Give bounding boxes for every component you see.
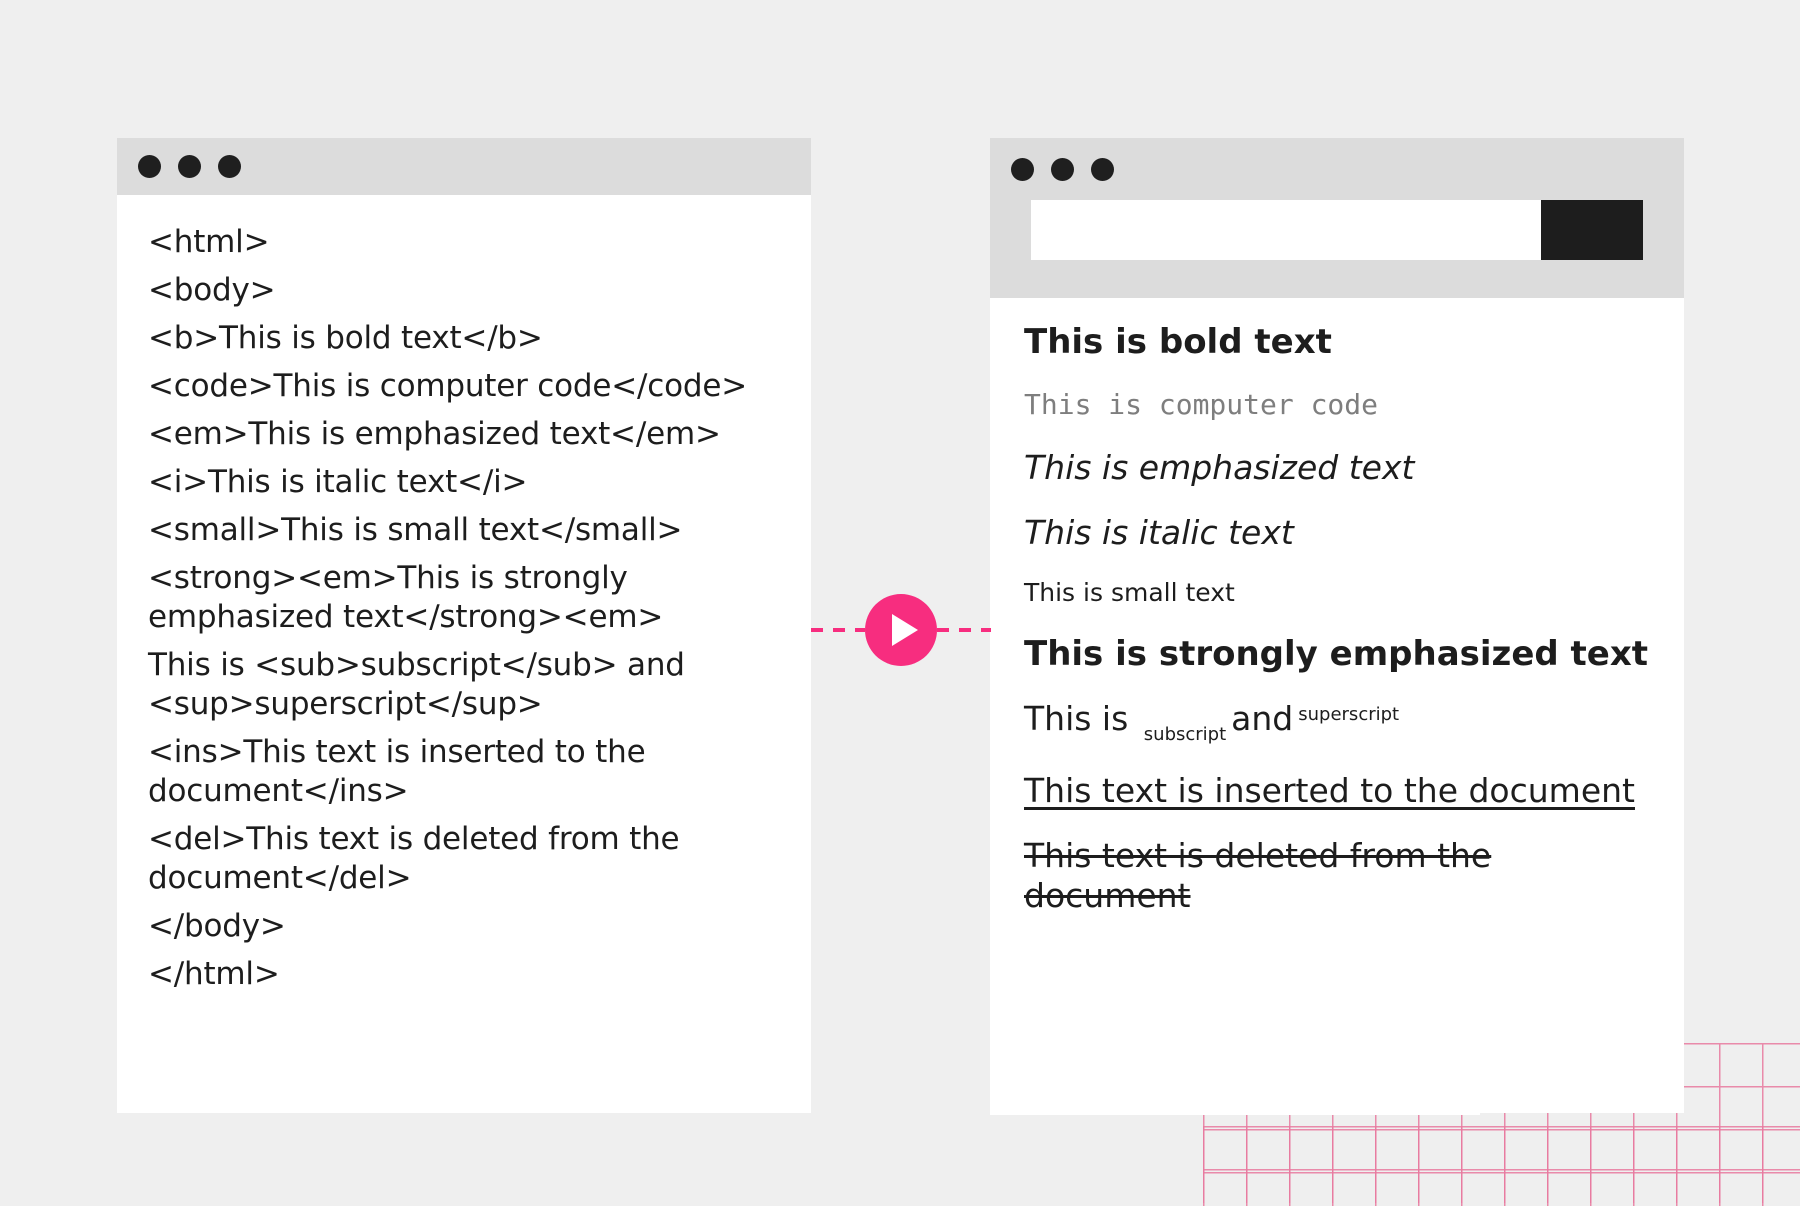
window-close-dot-icon[interactable] — [138, 155, 161, 178]
code-line: <code>This is computer code</code> — [148, 368, 748, 404]
traffic-light-dots — [117, 155, 241, 178]
rendered-superscript: superscript — [1298, 703, 1400, 725]
flow-connector — [811, 585, 991, 675]
rendered-code-text: This is computer code — [1024, 388, 1379, 422]
rendered-inserted-text: This text is inserted to the document — [1024, 770, 1635, 810]
rendered-deleted-text: This text is deleted from the document — [1024, 835, 1492, 916]
code-line: <small>This is small text</small> — [148, 512, 683, 548]
address-bar — [1031, 200, 1643, 260]
rendered-italic-text: This is italic text — [1024, 512, 1294, 552]
rendered-strong-emphasized-text: This is strongly emphasized text — [1024, 633, 1649, 674]
play-icon[interactable] — [865, 594, 937, 666]
code-line: <html> — [148, 224, 270, 260]
subsup-prefix: This is — [1024, 698, 1139, 738]
connector-dashed-line-left — [811, 628, 865, 632]
rendered-html-body: This is bold text This is computer code … — [990, 298, 1684, 916]
rendered-subscript-superscript-line: This is subscript and superscript — [1024, 699, 1656, 746]
code-line: <body> — [148, 272, 276, 308]
code-line: </html> — [148, 956, 280, 992]
window-minimize-dot-icon[interactable] — [1051, 158, 1074, 181]
rendered-subscript: subscript — [1143, 723, 1227, 745]
decorative-grid-lower — [1203, 1126, 1800, 1206]
code-line: <i>This is italic text</i> — [148, 464, 528, 500]
window-maximize-dot-icon[interactable] — [1091, 158, 1114, 181]
code-line: <em>This is emphasized text</em> — [148, 416, 721, 452]
code-line: <ins>This text is inserted to the docume… — [148, 734, 646, 809]
browser-titlebar — [990, 138, 1684, 298]
code-window: <html> <body> <b>This is bold text</b> <… — [117, 138, 811, 1113]
connector-dashed-line-right — [937, 628, 991, 632]
address-go-button[interactable] — [1541, 200, 1643, 260]
window-close-dot-icon[interactable] — [1011, 158, 1034, 181]
browser-preview-window: This is bold text This is computer code … — [990, 138, 1684, 1113]
window-minimize-dot-icon[interactable] — [178, 155, 201, 178]
subsup-middle: and — [1231, 698, 1294, 738]
code-line: </body> — [148, 908, 286, 944]
code-editor-body: <html> <body> <b>This is bold text</b> <… — [117, 195, 811, 994]
code-window-titlebar — [117, 138, 811, 195]
code-line: <del>This text is deleted from the docum… — [148, 821, 680, 896]
traffic-light-dots — [990, 138, 1684, 181]
window-maximize-dot-icon[interactable] — [218, 155, 241, 178]
address-input[interactable] — [1031, 200, 1541, 260]
rendered-small-text: This is small text — [1024, 578, 1235, 608]
rendered-emphasized-text: This is emphasized text — [1024, 447, 1415, 487]
code-line: This is <sub>subscript</sub> and <sup>su… — [148, 647, 685, 722]
code-line: <strong><em>This is strongly emphasized … — [148, 560, 664, 635]
rendered-bold-text: This is bold text — [1024, 322, 1332, 362]
code-line: <b>This is bold text</b> — [148, 320, 543, 356]
